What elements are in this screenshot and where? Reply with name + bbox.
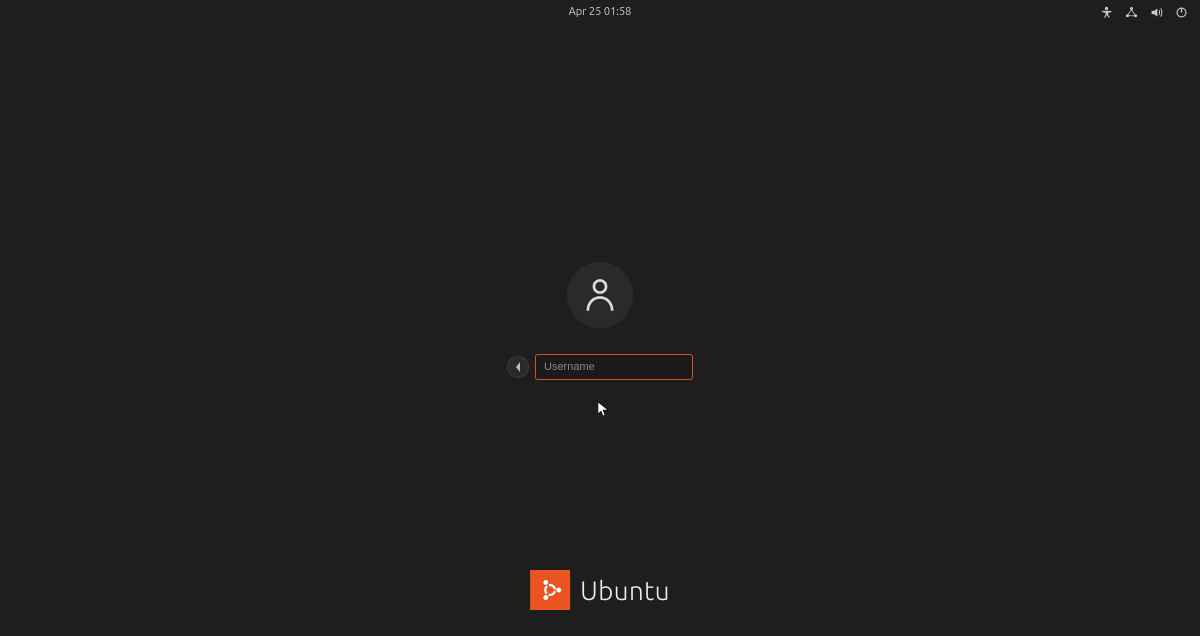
top-bar: Apr 25 01:58 bbox=[0, 0, 1200, 24]
ubuntu-circle-icon bbox=[537, 577, 563, 603]
chevron-left-icon bbox=[515, 362, 521, 372]
login-panel bbox=[507, 262, 693, 380]
network-icon[interactable] bbox=[1125, 6, 1138, 19]
power-icon[interactable] bbox=[1175, 6, 1188, 19]
user-avatar bbox=[567, 262, 633, 328]
accessibility-icon[interactable] bbox=[1100, 6, 1113, 19]
user-icon bbox=[585, 278, 615, 312]
mouse-cursor bbox=[598, 402, 610, 422]
datetime-label: Apr 25 01:58 bbox=[569, 6, 632, 18]
brand-name: Ubuntu bbox=[580, 576, 670, 605]
back-button[interactable] bbox=[507, 356, 529, 378]
branding: Ubuntu bbox=[530, 570, 670, 610]
system-tray bbox=[1100, 0, 1188, 24]
ubuntu-logo bbox=[530, 570, 570, 610]
login-input-row bbox=[507, 354, 693, 380]
volume-icon[interactable] bbox=[1150, 6, 1163, 19]
username-input[interactable] bbox=[535, 354, 693, 380]
